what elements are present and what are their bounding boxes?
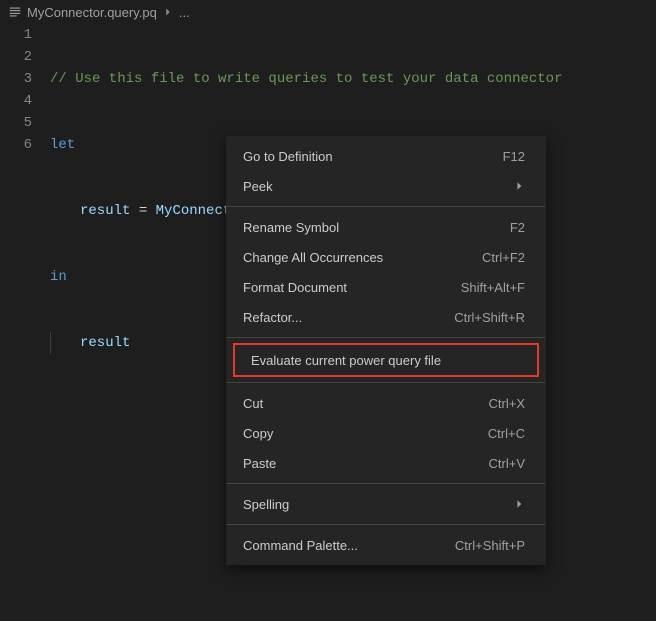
menu-item-label: Cut [243,396,263,411]
menu-item-label: Format Document [243,280,347,295]
chevron-right-icon [513,498,525,510]
menu-item-label: Evaluate current power query file [251,353,441,368]
menu-item-shortcut: F2 [510,220,525,235]
highlight-annotation: Evaluate current power query file [233,343,539,377]
menu-item-shortcut: Ctrl+V [489,456,525,471]
menu-item-paste[interactable]: Paste Ctrl+V [227,448,545,478]
line-number: 6 [0,134,32,156]
menu-item-label: Change All Occurrences [243,250,383,265]
menu-item-label: Peek [243,179,273,194]
comment-token: // Use this file to write queries to tes… [50,68,562,90]
chevron-right-icon [513,180,525,192]
keyword-token: in [50,266,67,288]
menu-item-command-palette[interactable]: Command Palette... Ctrl+Shift+P [227,530,545,560]
menu-item-shortcut: Ctrl+Shift+R [454,310,525,325]
line-number: 1 [0,24,32,46]
menu-item-evaluate-power-query[interactable]: Evaluate current power query file [235,345,537,375]
breadcrumb[interactable]: MyConnector.query.pq ... [0,0,656,24]
menu-item-refactor[interactable]: Refactor... Ctrl+Shift+R [227,302,545,332]
line-number: 4 [0,90,32,112]
identifier-token: result [80,200,130,222]
menu-separator [227,483,545,484]
menu-item-go-to-definition[interactable]: Go to Definition F12 [227,141,545,171]
menu-item-shortcut: Ctrl+C [488,426,525,441]
menu-item-label: Rename Symbol [243,220,339,235]
menu-item-label: Spelling [243,497,289,512]
line-number-gutter: 1 2 3 4 5 6 [0,24,50,464]
operator-token: = [130,200,155,222]
menu-item-shortcut: Ctrl+X [489,396,525,411]
line-number: 3 [0,68,32,90]
code-line[interactable]: // Use this file to write queries to tes… [50,68,656,90]
breadcrumb-filename[interactable]: MyConnector.query.pq [27,5,157,20]
menu-item-cut[interactable]: Cut Ctrl+X [227,388,545,418]
menu-separator [227,524,545,525]
menu-separator [227,206,545,207]
indent-guide [50,332,51,354]
file-icon [8,5,22,19]
menu-item-format-document[interactable]: Format Document Shift+Alt+F [227,272,545,302]
menu-item-label: Refactor... [243,310,302,325]
menu-item-label: Command Palette... [243,538,358,553]
chevron-right-icon [161,5,175,19]
menu-item-spelling[interactable]: Spelling [227,489,545,519]
menu-item-rename-symbol[interactable]: Rename Symbol F2 [227,212,545,242]
menu-item-label: Go to Definition [243,149,333,164]
breadcrumb-trail[interactable]: ... [179,5,190,20]
menu-separator [227,382,545,383]
context-menu: Go to Definition F12 Peek Rename Symbol … [226,136,546,565]
menu-item-shortcut: Shift+Alt+F [461,280,525,295]
menu-item-change-all-occurrences[interactable]: Change All Occurrences Ctrl+F2 [227,242,545,272]
line-number: 5 [0,112,32,134]
menu-separator [227,337,545,338]
keyword-token: let [50,134,75,156]
identifier-token: result [80,332,130,354]
menu-item-shortcut: F12 [503,149,525,164]
line-number: 2 [0,46,32,68]
menu-item-copy[interactable]: Copy Ctrl+C [227,418,545,448]
menu-item-peek[interactable]: Peek [227,171,545,201]
menu-item-label: Copy [243,426,273,441]
menu-item-shortcut: Ctrl+F2 [482,250,525,265]
menu-item-label: Paste [243,456,276,471]
menu-item-shortcut: Ctrl+Shift+P [455,538,525,553]
